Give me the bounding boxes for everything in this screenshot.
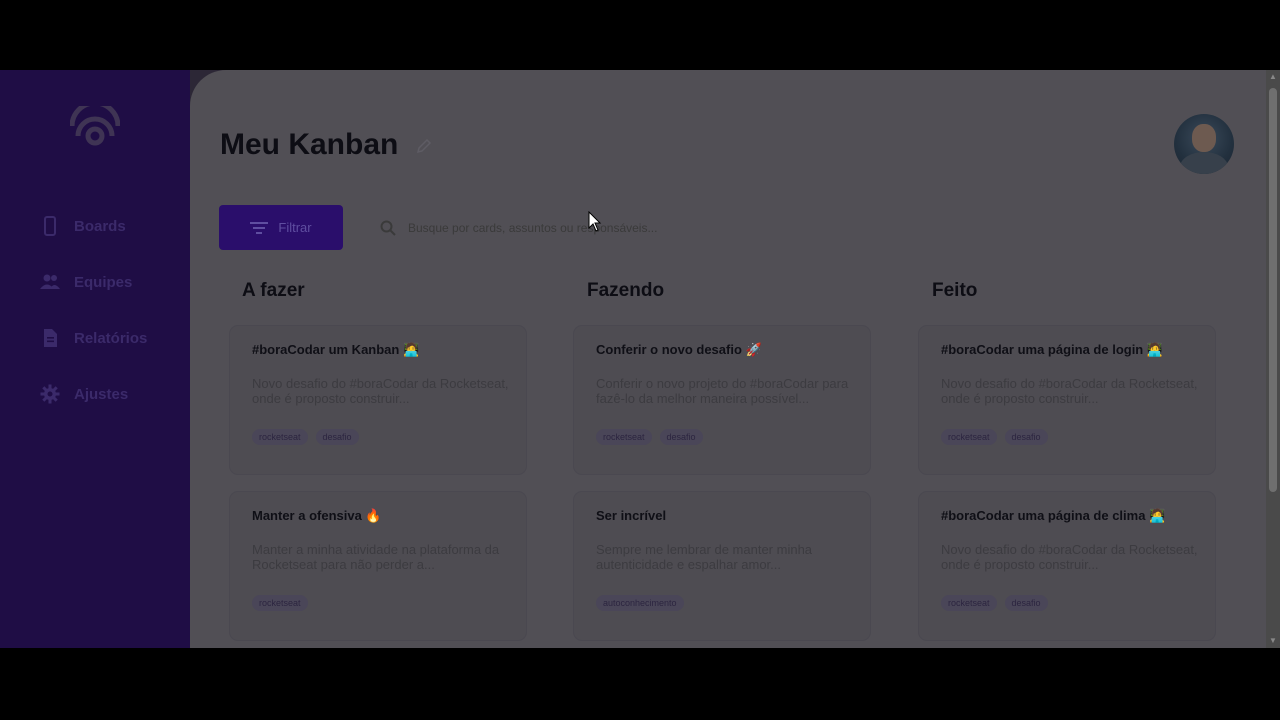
main-content: Meu Kanban Filtrar A fazer #boraCodar um… xyxy=(190,70,1266,648)
card-title: #boraCodar uma página de login 🧑‍💻 xyxy=(941,342,1164,357)
card-description: Manter a minha atividade na plataforma d… xyxy=(252,542,500,572)
card-tags: rocketseat desafio xyxy=(941,595,1048,611)
column-title-feito: Feito xyxy=(932,280,978,301)
scrollbar-thumb[interactable] xyxy=(1269,88,1277,492)
filter-button-label: Filtrar xyxy=(278,220,312,235)
search-icon xyxy=(380,220,396,236)
tag[interactable]: rocketseat xyxy=(941,595,997,611)
avatar-face xyxy=(1192,124,1216,152)
kanban-card[interactable]: #boraCodar um Kanban 🧑‍💻 Novo desafio do… xyxy=(230,326,526,474)
sidebar-item-boards[interactable]: Boards xyxy=(40,212,126,240)
sidebar-item-equipes[interactable]: Equipes xyxy=(40,268,132,296)
tag[interactable]: rocketseat xyxy=(941,429,997,445)
kanban-card[interactable]: Ser incrível Sempre me lembrar de manter… xyxy=(574,492,870,640)
tag[interactable]: desafio xyxy=(659,429,703,445)
tag[interactable]: autoconhecimento xyxy=(596,595,684,611)
tag[interactable]: rocketseat xyxy=(596,429,652,445)
kanban-card[interactable]: #boraCodar uma página de login 🧑‍💻 Novo … xyxy=(919,326,1215,474)
avatar-shirt xyxy=(1180,152,1228,174)
card-description: Sempre me lembrar de manter minha autent… xyxy=(596,542,813,572)
card-title: Manter a ofensiva 🔥 xyxy=(252,508,382,523)
card-tags: rocketseat desafio xyxy=(596,429,703,445)
sidebar-item-label: Relatórios xyxy=(74,329,148,347)
kanban-card[interactable]: Conferir o novo desafio 🚀 Conferir o nov… xyxy=(574,326,870,474)
logo-icon xyxy=(70,106,120,146)
sidebar-item-label: Equipes xyxy=(74,273,133,291)
scroll-up-arrow-icon[interactable]: ▲ xyxy=(1269,73,1277,81)
card-title: Conferir o novo desafio 🚀 xyxy=(596,342,762,357)
column-title-fazendo: Fazendo xyxy=(587,280,665,301)
search-input[interactable] xyxy=(406,219,930,236)
tag[interactable]: rocketseat xyxy=(252,429,308,445)
card-description: Novo desafio do #boraCodar da Rocketseat… xyxy=(941,542,1198,572)
sidebar-item-ajustes[interactable]: Ajustes xyxy=(40,380,128,408)
card-title: Ser incrível xyxy=(596,508,667,523)
card-tags: autoconhecimento xyxy=(596,595,684,611)
sidebar-item-label: Boards xyxy=(74,217,126,235)
page-title: Meu Kanban xyxy=(220,128,399,161)
kanban-card[interactable]: #boraCodar uma página de clima 🧑‍💻 Novo … xyxy=(919,492,1215,640)
card-description: Novo desafio do #boraCodar da Rocketseat… xyxy=(252,376,509,406)
search-bar xyxy=(380,210,980,245)
scroll-down-arrow-icon[interactable]: ▼ xyxy=(1269,637,1277,645)
card-tags: rocketseat xyxy=(252,595,308,611)
tag[interactable]: desafio xyxy=(315,429,359,445)
gear-icon xyxy=(40,384,60,404)
phone-icon xyxy=(44,216,56,236)
card-tags: rocketseat desafio xyxy=(941,429,1048,445)
scrollbar[interactable]: ▲ ▼ xyxy=(1266,70,1280,648)
card-description: Conferir o novo projeto do #boraCodar pa… xyxy=(596,376,849,406)
card-tags: rocketseat desafio xyxy=(252,429,359,445)
sidebar-item-relatorios[interactable]: Relatórios xyxy=(40,324,147,352)
card-title: #boraCodar uma página de clima 🧑‍💻 xyxy=(941,508,1166,523)
column-title-a-fazer: A fazer xyxy=(242,280,305,301)
card-title: #boraCodar um Kanban 🧑‍💻 xyxy=(252,342,420,357)
pencil-icon[interactable] xyxy=(416,138,432,154)
app-window: Boards Equipes Relatórios Ajustes Meu Ka… xyxy=(0,70,1280,648)
filter-button[interactable]: Filtrar xyxy=(219,205,343,250)
avatar[interactable] xyxy=(1174,114,1234,174)
tag[interactable]: desafio xyxy=(1004,595,1048,611)
tag[interactable]: rocketseat xyxy=(252,595,308,611)
card-description: Novo desafio do #boraCodar da Rocketseat… xyxy=(941,376,1198,406)
sidebar: Boards Equipes Relatórios Ajustes xyxy=(0,70,190,648)
filter-icon xyxy=(250,221,269,234)
kanban-card[interactable]: Manter a ofensiva 🔥 Manter a minha ativi… xyxy=(230,492,526,640)
users-icon xyxy=(40,274,60,289)
mouse-cursor-icon xyxy=(588,211,602,232)
document-icon xyxy=(44,329,57,347)
tag[interactable]: desafio xyxy=(1004,429,1048,445)
sidebar-item-label: Ajustes xyxy=(74,385,129,403)
